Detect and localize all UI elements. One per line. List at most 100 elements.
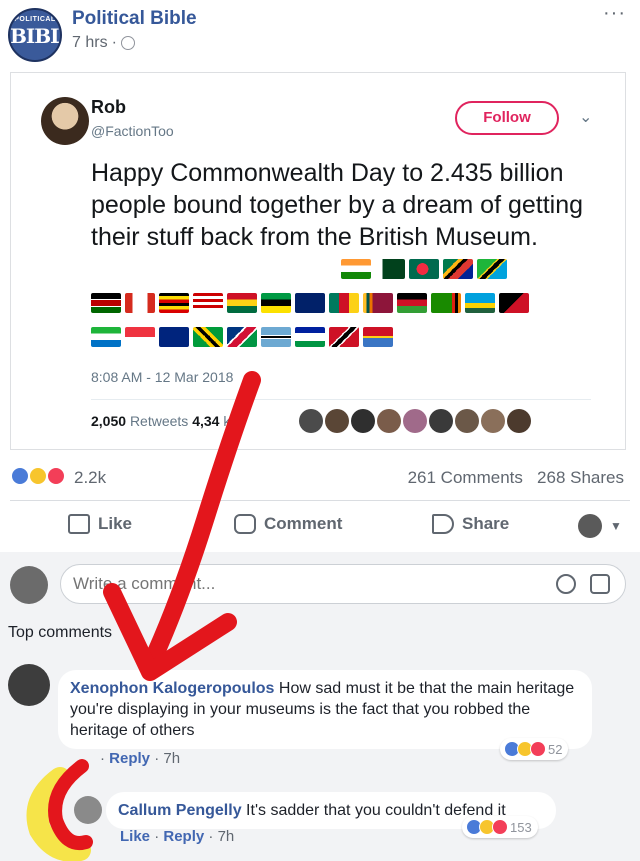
flag-botswana-icon <box>261 327 291 347</box>
flag-mauritius-icon <box>363 327 393 347</box>
page-avatar-logo: BIBLE <box>10 24 62 48</box>
comment-label: Comment <box>264 514 343 533</box>
retweets-label: Retweets <box>129 413 189 429</box>
comment-reaction-count: 52 <box>548 741 563 757</box>
flag-bangladesh-icon <box>409 259 439 279</box>
flag-trinidad-icon <box>329 327 359 347</box>
flag-row-2 <box>91 293 529 313</box>
like-button[interactable]: Like <box>68 514 132 534</box>
love-reaction-icon[interactable] <box>46 466 66 486</box>
follow-button: Follow <box>455 101 559 135</box>
liker-avatar <box>403 409 427 433</box>
post-as-selector[interactable]: ▼ <box>578 514 622 538</box>
reactions-count[interactable]: 2.2k <box>74 468 106 488</box>
liker-avatar <box>325 409 349 433</box>
flag-sierra-leone-icon <box>91 327 121 347</box>
tweet-divider <box>91 399 591 400</box>
thumbs-up-icon <box>68 514 90 534</box>
tweet-avatar <box>41 97 89 145</box>
meta-separator: · <box>111 34 117 51</box>
post-actions: Like Comment Share ▼ <box>0 506 640 544</box>
page-avatar-caption: POLITICAL <box>14 16 56 23</box>
retweets-count: 2,050 <box>91 413 127 429</box>
flag-row-3 <box>91 327 393 347</box>
flag-new-zealand-icon <box>159 327 189 347</box>
reactions-bar: 2.2k 261 Comments 268 Shares <box>0 462 640 492</box>
flag-australia-icon <box>295 293 325 313</box>
likes-label: kes <box>223 413 246 429</box>
liker-avatar <box>507 409 531 433</box>
meta-separator: · <box>100 750 105 767</box>
liker-avatar <box>351 409 375 433</box>
post-time[interactable]: 7 hrs <box>72 34 108 52</box>
liker-avatar <box>429 409 453 433</box>
comment-input[interactable] <box>60 564 626 604</box>
like-link[interactable]: Like <box>120 828 150 845</box>
flag-row-1 <box>341 259 507 279</box>
liker-avatar <box>299 409 323 433</box>
caret-down-icon: ▼ <box>610 519 622 533</box>
flag-malawi-icon <box>397 293 427 313</box>
page-name[interactable]: Political Bible <box>72 8 197 30</box>
tweet-datetime: 8:08 AM - 12 Mar 2018 <box>91 369 234 385</box>
share-button[interactable]: Share <box>432 514 509 534</box>
flag-malaysia-icon <box>193 293 223 313</box>
love-reaction-icon <box>530 741 546 757</box>
comment-author[interactable]: Callum Pengelly <box>118 802 242 819</box>
emoji-icon[interactable] <box>556 574 576 594</box>
meta-separator: · <box>154 828 160 845</box>
likes-count: 4,34 <box>192 413 220 429</box>
flag-zambia-icon <box>431 293 461 313</box>
share-arrow-icon <box>432 514 454 534</box>
comment-reactions[interactable]: 153 <box>462 816 538 838</box>
flag-ghana-icon <box>227 293 257 313</box>
tweet-author-handle: @FactionToo <box>91 123 174 139</box>
comments-area: Top comments Xenophon Kalogeropoulos How… <box>0 552 640 861</box>
comments-count[interactable]: 261 Comments <box>408 468 523 487</box>
sticker-icon[interactable] <box>590 574 610 594</box>
tweet-stats: 2,050 Retweets 4,34 kes <box>91 413 245 429</box>
tweet-text: Happy Commonwealth Day to 2.435 billion … <box>91 159 584 251</box>
reply-link[interactable]: Reply <box>109 750 150 767</box>
love-reaction-icon <box>492 819 508 835</box>
comment-author[interactable]: Xenophon Kalogeropoulos <box>70 680 274 697</box>
flag-papua-new-guinea-icon <box>499 293 529 313</box>
post-meta: 7 hrs · <box>72 34 135 52</box>
more-options-icon[interactable]: ··· <box>603 2 626 25</box>
shares-count[interactable]: 268 Shares <box>537 468 624 487</box>
flag-cameroon-icon <box>329 293 359 313</box>
comment-time[interactable]: 7h <box>218 828 235 845</box>
commenter-avatar[interactable] <box>74 796 102 824</box>
haha-reaction-icon[interactable] <box>28 466 48 486</box>
tweet-card[interactable]: Rob @FactionToo Follow ⌄ Happy Commonwea… <box>10 72 626 450</box>
comment-meta: · Reply · 7h <box>100 750 180 767</box>
comment-reactions[interactable]: 52 <box>500 738 569 760</box>
liker-avatar <box>481 409 505 433</box>
tweet-author-name: Rob <box>91 97 126 117</box>
flag-lesotho-icon <box>295 327 325 347</box>
flag-rwanda-icon <box>465 293 495 313</box>
page-avatar[interactable]: POLITICAL BIBLE <box>8 8 62 62</box>
globe-icon <box>120 36 135 50</box>
comment-reaction-count: 153 <box>510 819 532 835</box>
like-reaction-icon[interactable] <box>10 466 30 486</box>
liker-avatar <box>455 409 479 433</box>
flag-jamaica-icon <box>193 327 223 347</box>
post-header: POLITICAL BIBLE Political Bible 7 hrs · … <box>0 0 640 68</box>
comment-button[interactable]: Comment <box>234 514 342 534</box>
top-comments-label[interactable]: Top comments <box>8 624 112 642</box>
flag-pakistan-icon <box>375 259 405 279</box>
chevron-down-icon: ⌄ <box>579 109 593 126</box>
flag-tanzania-icon <box>477 259 507 279</box>
comment-time[interactable]: 7h <box>163 750 180 767</box>
like-label: Like <box>98 514 133 533</box>
share-label: Share <box>462 514 510 533</box>
meta-separator: · <box>154 750 160 767</box>
viewer-avatar <box>578 514 602 538</box>
viewer-avatar <box>10 566 48 604</box>
reply-link[interactable]: Reply <box>163 828 204 845</box>
meta-separator: · <box>208 828 214 845</box>
commenter-avatar[interactable] <box>8 664 50 706</box>
flag-sri-lanka-icon <box>363 293 393 313</box>
flag-kenya-icon <box>91 293 121 313</box>
